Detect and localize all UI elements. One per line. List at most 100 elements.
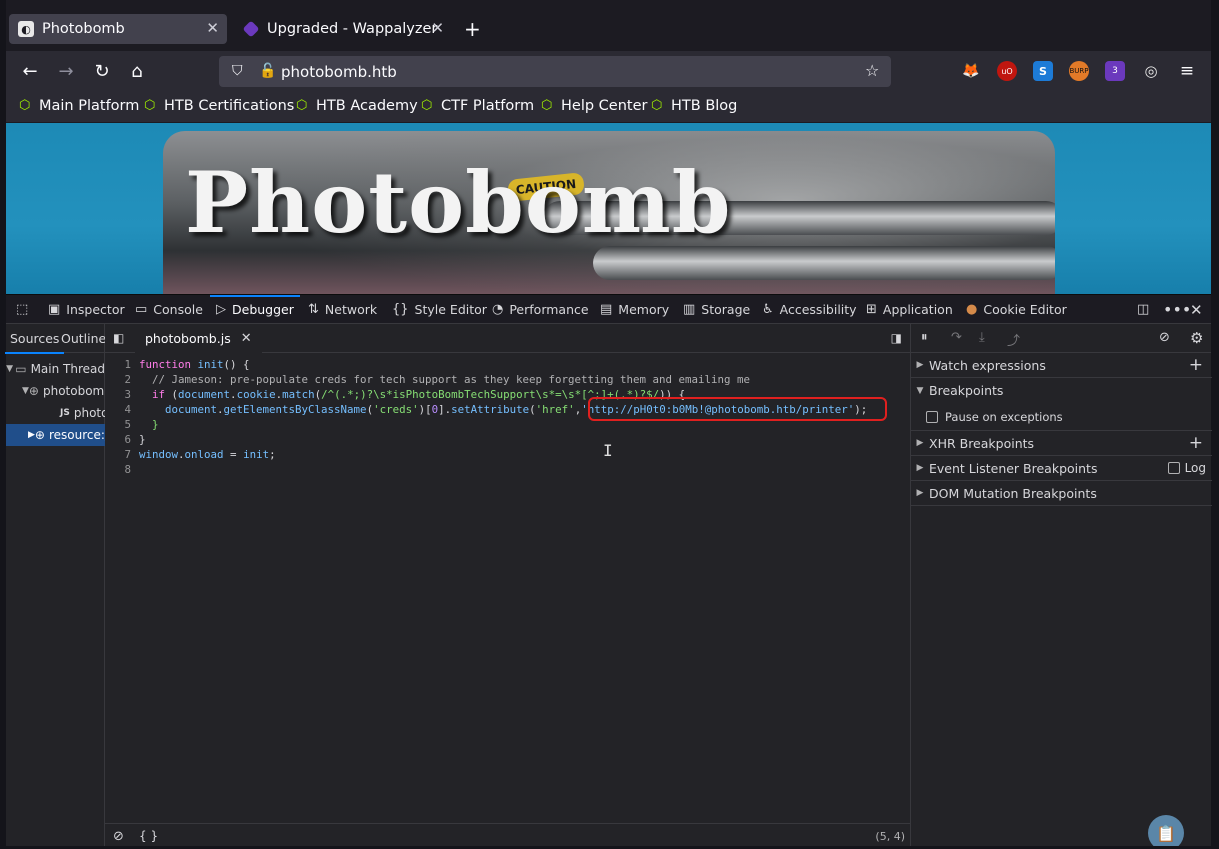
- editor-file-tab[interactable]: photobomb.js ✕: [135, 324, 262, 353]
- bookmarks-toolbar: ⬡ Main Platform ⬡ HTB Certifications ⬡ HTB …: [6, 91, 1211, 122]
- bookmark-htb-academy[interactable]: ⬡ HTB Academy: [296, 98, 418, 114]
- add-watch-icon[interactable]: +: [1189, 355, 1203, 375]
- line-number[interactable]: 1: [105, 358, 131, 371]
- bookmark-label: HTB Certifications: [164, 98, 295, 114]
- cookie-editor-extension-icon[interactable]: ◎: [1141, 61, 1161, 81]
- step-out-icon[interactable]: ⤴: [1007, 330, 1020, 349]
- tab-label: Memory: [618, 302, 670, 317]
- tab-photobomb[interactable]: ◐ Photobomb ✕: [9, 14, 227, 44]
- new-tab-button[interactable]: +: [464, 17, 481, 41]
- devtools-panel: ⬚ ▣ Inspector ▭ Console ▷ Debugger ⇅ Network…: [4, 294, 1212, 849]
- pause-on-exceptions-checkbox[interactable]: [926, 410, 938, 423]
- tab-label: Network: [324, 302, 378, 317]
- tracking-protection-shield-icon[interactable]: ⛉: [232, 63, 243, 79]
- dom-mutation-breakpoints-header[interactable]: ▶ DOM Mutation Breakpoints: [911, 481, 1212, 506]
- tab-inspector[interactable]: ▣ Inspector: [48, 295, 125, 324]
- element-picker-button[interactable]: ⬚: [16, 295, 34, 324]
- url-bar[interactable]: ⛉ 🔓 photobomb.htb ☆: [219, 56, 891, 87]
- tab-cookie-editor[interactable]: ● Cookie Editor: [966, 295, 1067, 324]
- code-line-5: }: [139, 418, 159, 431]
- line-number[interactable]: 5: [105, 418, 131, 431]
- wappalyzer-favicon-icon: [242, 20, 260, 38]
- back-button[interactable]: ←: [19, 60, 41, 82]
- text-cursor-icon: I: [603, 441, 613, 460]
- breakpoints-header[interactable]: ▼ Breakpoints: [911, 378, 1212, 403]
- expanded-arrow-icon: ▼: [6, 364, 14, 374]
- reload-button[interactable]: ↻: [91, 60, 113, 82]
- menu-hamburger-icon[interactable]: ≡: [1177, 61, 1197, 81]
- step-in-icon[interactable]: ⤓: [979, 330, 985, 345]
- url-text[interactable]: photobomb.htb: [281, 63, 397, 81]
- bookmark-htb-certifications[interactable]: ⬡ HTB Certifications: [144, 98, 294, 114]
- tab-style-editor[interactable]: {} Style Editor: [392, 295, 487, 324]
- cursor-position: (5, 4): [875, 830, 905, 843]
- code-view[interactable]: 1 2 3 4 5 6 7 8 function init() { // Jam…: [105, 353, 910, 823]
- home-button[interactable]: ⌂: [126, 60, 148, 82]
- devtools-options-button[interactable]: •••: [1163, 295, 1191, 324]
- editor-tabs: ◧ photobomb.js ✕ ◨: [105, 324, 910, 353]
- insecure-lock-icon[interactable]: 🔓: [259, 63, 276, 79]
- settings-gear-icon[interactable]: ⚙: [1190, 329, 1203, 347]
- tree-file[interactable]: JS photobomb.js: [6, 402, 105, 424]
- deactivate-breakpoints-icon[interactable]: ⊘: [1159, 330, 1170, 345]
- step-over-icon[interactable]: ↷: [951, 330, 962, 345]
- tree-label: photobomb.htb: [42, 384, 105, 398]
- xhr-breakpoints-header[interactable]: ▶ XHR Breakpoints +: [911, 431, 1212, 456]
- bookmark-star-icon[interactable]: ☆: [865, 61, 879, 80]
- code-token: )[: [418, 403, 432, 416]
- close-tab-icon[interactable]: ✕: [431, 19, 444, 37]
- tree-main-thread[interactable]: ▼ ▭ Main Thread: [6, 358, 105, 380]
- add-xhr-breakpoint-icon[interactable]: +: [1189, 433, 1203, 453]
- line-number[interactable]: 7: [105, 448, 131, 461]
- watch-expressions-header[interactable]: ▶ Watch expressions +: [911, 353, 1212, 378]
- tab-application[interactable]: ⊞ Application: [866, 295, 953, 324]
- burp-proxy-icon[interactable]: BURP: [1069, 61, 1089, 81]
- line-number[interactable]: 3: [105, 388, 131, 401]
- htb-cube-icon: ⬡: [651, 98, 663, 113]
- tree-host[interactable]: ▼ ⊕ photobomb.htb: [6, 380, 105, 402]
- close-tab-icon[interactable]: ✕: [206, 19, 219, 37]
- close-file-icon[interactable]: ✕: [241, 331, 252, 346]
- bookmark-htb-blog[interactable]: ⬡ HTB Blog: [651, 98, 737, 114]
- dock-toggle-button[interactable]: ◫: [1137, 295, 1155, 324]
- toggle-sources-icon[interactable]: ◧: [113, 331, 124, 345]
- tab-sources[interactable]: Sources: [4, 331, 65, 354]
- s-extension-icon[interactable]: S: [1033, 61, 1053, 81]
- forward-button[interactable]: →: [55, 60, 77, 82]
- debugger-icon: ▷: [216, 302, 226, 317]
- event-listener-breakpoints-header[interactable]: ▶ Event Listener Breakpoints Log: [911, 456, 1212, 481]
- collapsed-arrow-icon: ▶: [916, 488, 924, 498]
- line-number[interactable]: 4: [105, 403, 131, 416]
- tab-debugger[interactable]: ▷ Debugger: [210, 295, 300, 324]
- pretty-print-button[interactable]: { }: [139, 829, 158, 843]
- tab-memory[interactable]: ▤ Memory: [600, 295, 669, 324]
- line-number[interactable]: 2: [105, 373, 131, 386]
- bookmark-ctf-platform[interactable]: ⬡ CTF Platform: [421, 98, 534, 114]
- toggle-breakpoints-pane-icon[interactable]: ◨: [891, 331, 902, 345]
- tab-wappalyzer[interactable]: Upgraded - Wappalyzer ✕: [234, 14, 452, 44]
- line-number[interactable]: 6: [105, 433, 131, 446]
- debugger-controls: ⏸ ↷ ⤓ ⤴ ⊘ ⚙: [911, 324, 1211, 353]
- tab-performance[interactable]: ◔ Performance: [492, 295, 589, 324]
- tab-storage[interactable]: ▥ Storage: [683, 295, 750, 324]
- bookmark-main-platform[interactable]: ⬡ Main Platform: [19, 98, 139, 114]
- performance-icon: ◔: [492, 302, 504, 317]
- tab-outline[interactable]: Outline: [61, 331, 106, 346]
- log-checkbox[interactable]: [1167, 462, 1180, 474]
- tree-resource[interactable]: ▶ ⊕ resource://: [6, 424, 105, 446]
- close-devtools-button[interactable]: ✕: [1190, 295, 1203, 324]
- bookmark-help-center[interactable]: ⬡ Help Center: [541, 98, 647, 114]
- tab-console[interactable]: ▭ Console: [135, 295, 203, 324]
- line-number[interactable]: 8: [105, 463, 131, 476]
- wappalyzer-extension-icon[interactable]: 3: [1105, 61, 1125, 81]
- tab-accessibility[interactable]: ♿ Accessibility: [762, 295, 857, 324]
- ublock-origin-icon[interactable]: uO: [997, 61, 1017, 81]
- inspector-icon: ▣: [48, 302, 61, 317]
- htb-cube-icon: ⬡: [144, 98, 156, 113]
- blackbox-icon[interactable]: ⊘: [113, 829, 124, 844]
- clipboard-icon[interactable]: 📋: [1148, 815, 1184, 849]
- pause-icon[interactable]: ⏸: [921, 330, 928, 345]
- pause-on-exceptions-row[interactable]: Pause on exceptions: [911, 403, 1212, 431]
- tab-network[interactable]: ⇅ Network: [308, 295, 377, 324]
- foxyproxy-icon[interactable]: 🦊: [961, 61, 981, 81]
